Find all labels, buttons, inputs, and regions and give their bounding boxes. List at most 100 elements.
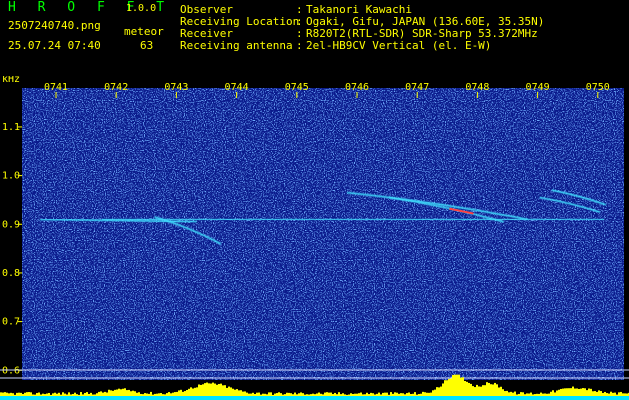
level-bar xyxy=(418,394,420,396)
level-bar xyxy=(260,394,262,396)
level-bar xyxy=(246,392,248,396)
level-bar xyxy=(264,393,266,396)
time-tick-label: 0750 xyxy=(586,82,610,93)
level-bar xyxy=(204,383,206,396)
level-bar xyxy=(4,392,6,396)
level-bar xyxy=(244,391,246,396)
level-bar xyxy=(286,392,288,396)
level-bar xyxy=(280,393,282,396)
level-bar xyxy=(500,386,502,396)
level-bar xyxy=(458,374,460,396)
level-bar xyxy=(624,393,626,396)
level-bar xyxy=(602,392,604,396)
level-bar xyxy=(230,387,232,396)
level-bar xyxy=(520,392,522,396)
level-bar xyxy=(460,377,462,396)
level-bar xyxy=(488,382,490,396)
antenna-value: 2el-HB9CV Vertical (el. E-W) xyxy=(306,39,492,52)
level-bar xyxy=(388,394,390,396)
level-bar xyxy=(54,392,56,396)
level-bar xyxy=(566,388,568,396)
level-bar xyxy=(454,374,456,396)
level-bar xyxy=(546,393,548,396)
level-bar xyxy=(184,391,186,396)
level-bar xyxy=(616,394,618,396)
level-bar xyxy=(516,394,518,396)
level-bar xyxy=(110,390,112,396)
level-bar xyxy=(128,389,130,396)
level-bar xyxy=(294,392,296,396)
level-bar xyxy=(176,391,178,396)
level-bar xyxy=(394,392,396,396)
level-bar xyxy=(402,393,404,396)
level-bar xyxy=(536,393,538,396)
level-bar xyxy=(30,392,32,396)
level-bar xyxy=(324,392,326,396)
level-bar xyxy=(598,390,600,396)
level-bar xyxy=(272,394,274,396)
level-bar xyxy=(540,392,542,396)
level-bar xyxy=(332,394,334,396)
level-bar xyxy=(278,392,280,396)
level-bar xyxy=(112,390,114,396)
level-bar xyxy=(374,394,376,396)
level-bar xyxy=(364,394,366,396)
level-bar xyxy=(336,394,338,396)
time-tick-label: 0743 xyxy=(164,82,188,93)
level-bar xyxy=(406,393,408,396)
level-bar xyxy=(44,394,46,396)
level-bar xyxy=(24,392,26,396)
level-bar xyxy=(626,393,628,396)
level-bar xyxy=(504,391,506,396)
level-bar xyxy=(368,394,370,396)
level-bar xyxy=(88,393,90,396)
level-bar xyxy=(104,391,106,396)
level-bar xyxy=(514,391,516,396)
level-bar xyxy=(194,387,196,396)
level-bar xyxy=(344,394,346,396)
level-bar xyxy=(174,392,176,396)
level-bar xyxy=(208,383,210,396)
level-bar xyxy=(226,387,228,396)
date-time: 25.07.24 07:40 xyxy=(8,39,101,52)
level-bar xyxy=(408,392,410,396)
level-bar xyxy=(482,385,484,396)
level-bar xyxy=(14,394,16,396)
frequency-tick-label: 0.7 xyxy=(2,317,20,328)
level-bar xyxy=(242,391,244,396)
level-bar xyxy=(382,392,384,396)
spectrogram-noise xyxy=(22,88,624,380)
level-bar xyxy=(450,378,452,396)
level-bar xyxy=(148,393,150,396)
frequency-axis: 1.1 1.0 0.9 0.8 0.7 0.6 xyxy=(2,122,22,376)
level-bar xyxy=(610,391,612,396)
level-bar xyxy=(512,392,514,396)
level-bar xyxy=(36,393,38,396)
level-bar xyxy=(8,393,10,396)
level-bar xyxy=(144,393,146,396)
level-bar xyxy=(464,381,466,396)
level-bar xyxy=(486,382,488,396)
level-bar xyxy=(214,383,216,396)
level-bar xyxy=(494,382,496,396)
level-bar xyxy=(448,378,450,396)
level-bar xyxy=(560,388,562,396)
level-bar xyxy=(66,394,68,396)
level-bar xyxy=(568,388,570,396)
level-bar xyxy=(468,382,470,396)
level-bar xyxy=(444,380,446,396)
level-bar xyxy=(96,393,98,396)
level-bar xyxy=(152,394,154,396)
level-bar xyxy=(334,392,336,396)
level-bar xyxy=(562,388,564,396)
level-bar xyxy=(222,385,224,396)
level-bar xyxy=(390,392,392,396)
level-bar xyxy=(362,394,364,396)
level-bar xyxy=(284,394,286,396)
level-bar xyxy=(216,384,218,396)
antenna-separator: : xyxy=(296,39,303,52)
y-axis-label: kHz xyxy=(2,76,20,85)
frequency-tick-label: 1.0 xyxy=(2,171,20,182)
level-bar xyxy=(340,394,342,396)
level-bar xyxy=(288,392,290,396)
